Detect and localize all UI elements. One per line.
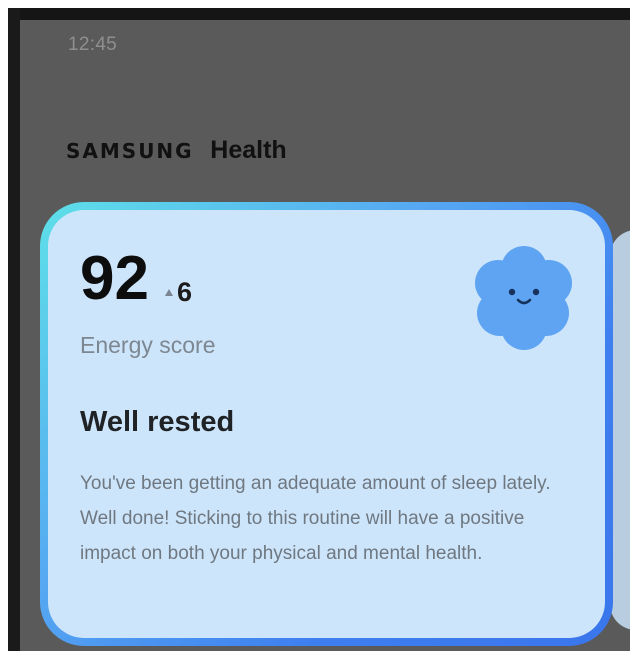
- energy-status-heading: Well rested: [80, 406, 235, 438]
- phone-screen: 12:45 SAMSUNG Health 92 6 Energy score W…: [20, 20, 630, 651]
- energy-score-value: 92: [80, 244, 149, 313]
- energy-score-card-body: 92 6 Energy score Well rested You've bee…: [48, 210, 605, 638]
- up-arrow-icon: [164, 289, 173, 296]
- energy-score-card[interactable]: 92 6 Energy score Well rested You've bee…: [40, 202, 613, 646]
- phone-bezel-left: [8, 8, 20, 651]
- score-delta-value: 6: [176, 277, 192, 307]
- app-brand: SAMSUNG: [66, 139, 194, 163]
- energy-score-label: Energy score: [80, 332, 216, 358]
- next-card-peek[interactable]: [610, 230, 630, 630]
- score-row: 92 6: [80, 248, 192, 310]
- score-delta: 6: [164, 277, 192, 307]
- smiling-flower-icon: [475, 246, 572, 350]
- energy-status-description: You've been getting an adequate amount o…: [80, 473, 551, 564]
- status-bar-time: 12:45: [68, 34, 118, 55]
- phone-bezel-top: [8, 8, 630, 20]
- app-name: Health: [210, 136, 287, 164]
- screenshot-frame: 12:45 SAMSUNG Health 92 6 Energy score W…: [0, 0, 630, 651]
- app-title: SAMSUNG Health: [66, 136, 287, 165]
